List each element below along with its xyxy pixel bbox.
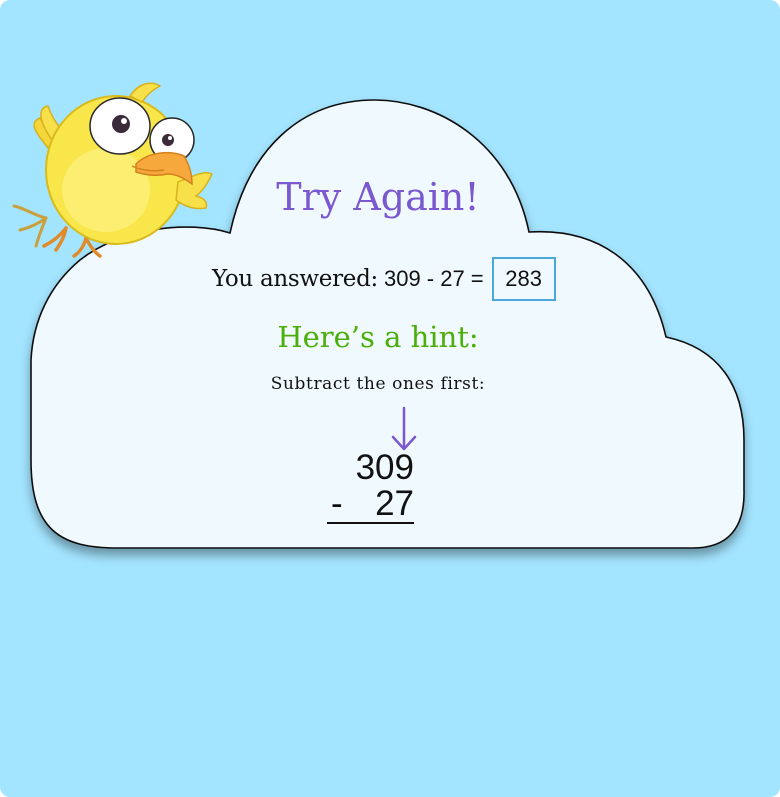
hint-text: Subtract the ones first:	[270, 374, 486, 394]
down-arrow-icon	[391, 406, 417, 451]
answer-expression: 309 - 27 =	[383, 266, 484, 291]
yellow-bird-icon	[12, 82, 214, 258]
problem-top-number: 309	[355, 448, 414, 487]
problem-bottom-number: 27	[375, 484, 414, 523]
answer-label: You answered:	[212, 266, 378, 292]
answer-row: You answered: 309 - 27 = 283	[212, 255, 556, 303]
feedback-screen: Try Again! You answered: 309 - 27 = 283 …	[0, 0, 780, 797]
problem-underline	[327, 522, 414, 524]
try-again-title: Try Again!	[276, 175, 480, 219]
answer-value-box: 283	[491, 257, 556, 301]
hint-title: Here’s a hint:	[277, 320, 479, 354]
